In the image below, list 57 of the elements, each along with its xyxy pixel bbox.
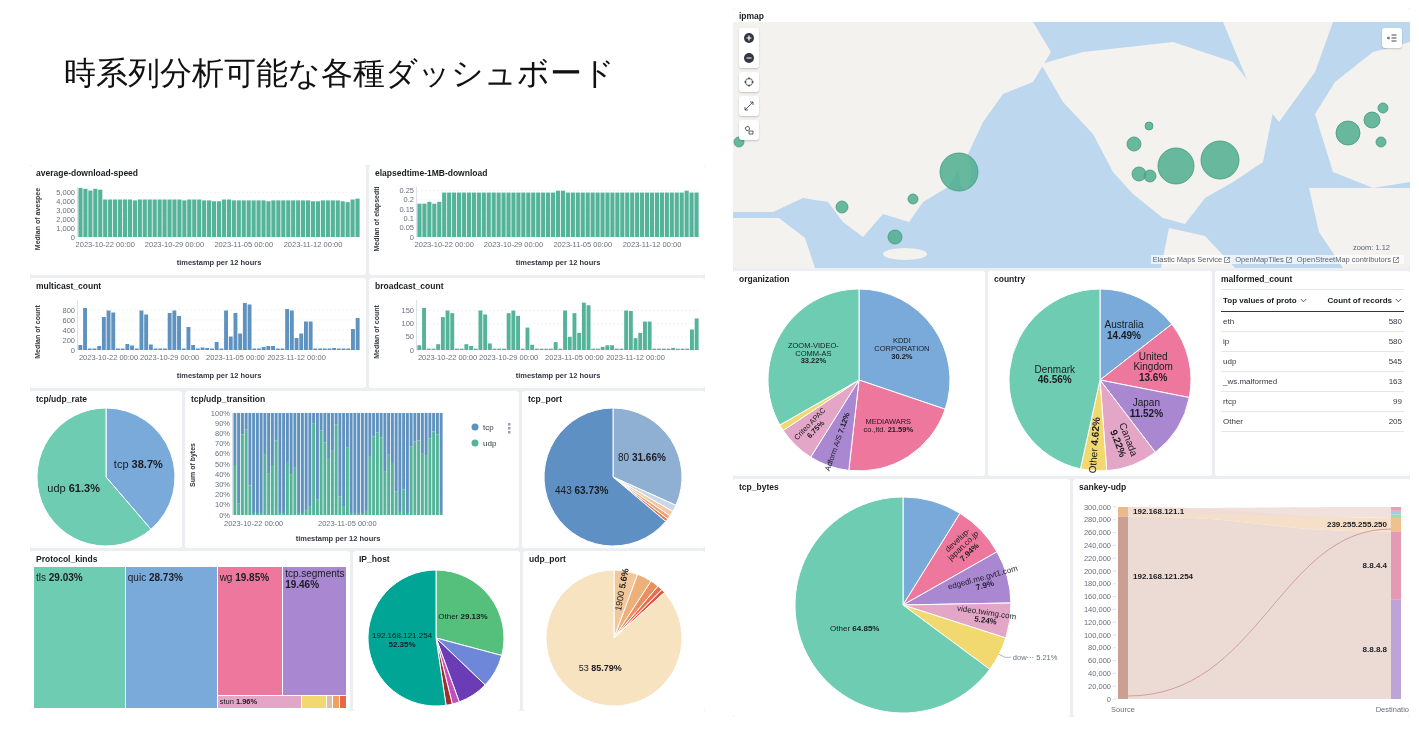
table-cell: 545 — [1388, 357, 1402, 366]
panel-title: Protocol_kinds — [36, 554, 98, 565]
panel-title: average-download-speed — [36, 168, 139, 179]
panel-title: ipmap — [739, 11, 765, 22]
legend-label[interactable]: tcp — [483, 423, 494, 432]
panel-title: tcp_port — [528, 394, 562, 405]
panel-title: country — [994, 274, 1026, 285]
column-header[interactable]: Count of records — [1327, 296, 1392, 305]
slice-label: 80 31.66% — [618, 453, 666, 464]
node-label: 239.255.255.250 — [1326, 520, 1387, 530]
table-cell: rtcp — [1223, 397, 1237, 406]
table-cell: 205 — [1388, 417, 1402, 426]
panel-title: multicast_count — [36, 281, 102, 292]
slice-label: Other 4.62% — [1088, 416, 1103, 474]
slice-label: Other 29.13% — [438, 613, 488, 622]
panel-title: tcp/udp_rate — [36, 394, 87, 405]
panel-title: tcp_bytes — [739, 482, 779, 493]
table-cell: 580 — [1388, 317, 1402, 326]
table-cell: _ws.malformed — [1223, 377, 1278, 386]
panel-title: tcp/udp_transition — [191, 394, 266, 405]
slice-label: Canada 9.22% — [1107, 419, 1142, 461]
node-label: 192.168.121.254 — [1133, 572, 1194, 582]
panel-title: broadcast_count — [375, 281, 444, 292]
slice-label: United Kingdom 13.6% — [1132, 351, 1174, 384]
table-cell: Other — [1223, 417, 1243, 426]
panel-title: elapsedtime-1MB-download — [375, 168, 488, 179]
column-header[interactable]: Top values of proto — [1223, 296, 1297, 305]
slice-label: Denmark 46.56% — [1033, 364, 1077, 386]
page-title: 時系列分析可能な各種ダッシュボード — [64, 53, 615, 94]
table-cell: 163 — [1388, 377, 1402, 386]
tile-label: quic 28.73% — [126, 571, 184, 585]
slice-label: Australia 14.49% — [1103, 320, 1145, 342]
table-cell: eth — [1223, 317, 1235, 326]
table-cell: 99 — [1393, 397, 1402, 406]
slice-label: 19005.6% — [614, 567, 632, 612]
panel-title: organization — [739, 274, 790, 285]
slice-label: tcp 38.7% — [113, 459, 163, 471]
node-label: 8.8.8.8 — [1362, 644, 1387, 654]
node-label: 8.8.4.4 — [1362, 561, 1387, 571]
tile-label: wg 19.85% — [218, 571, 271, 585]
panel-title: malformed_count — [1221, 274, 1293, 285]
tile-label: tls 29.03% — [35, 571, 84, 585]
node-label: 192.168.121.1 — [1133, 507, 1185, 517]
slice-label: udp 61.3% — [47, 483, 100, 495]
panel-title: IP_host — [359, 554, 390, 565]
slice-label: Japan 11.52% — [1128, 398, 1165, 420]
slice-label: Other 64.85% — [830, 625, 880, 634]
table-cell: udp — [1223, 357, 1237, 366]
legend-label[interactable]: udp — [483, 439, 497, 448]
slice-label: 53 85.79% — [578, 664, 622, 674]
panel-title: udp_port — [529, 554, 566, 565]
slice-label: 443 63.73% — [555, 486, 609, 497]
panel-title: sankey-udp — [1079, 482, 1127, 493]
slice-label: 192.168.121.254 52.35% — [371, 632, 434, 649]
tile-label: tcp.segments 19.46% — [284, 567, 346, 592]
table-cell: ip — [1223, 337, 1230, 346]
table-cell: 580 — [1388, 337, 1402, 346]
